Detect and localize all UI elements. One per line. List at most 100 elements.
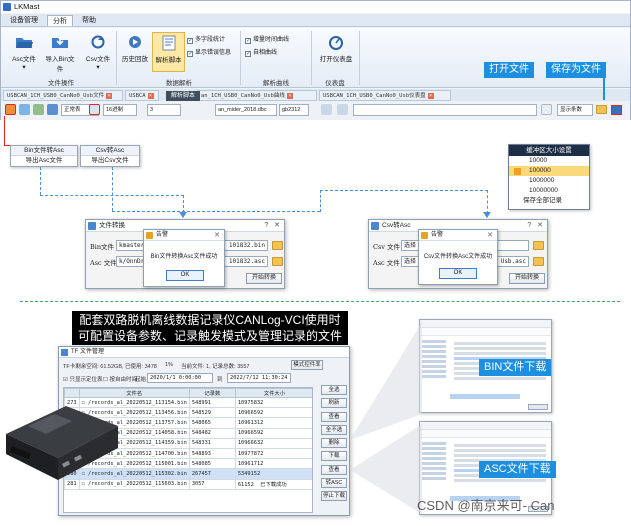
date-to-input[interactable]: 2022/7/12 11:30:24 bbox=[227, 373, 291, 383]
import-bin-label: 导入Bin文件 bbox=[45, 56, 75, 73]
usage-percent: 1% bbox=[165, 362, 173, 368]
file-size-cell: 10966632 bbox=[234, 437, 312, 449]
filter-input[interactable] bbox=[353, 104, 537, 116]
filter-time-checkbox[interactable]: ☐ 按自由时间 bbox=[103, 375, 137, 383]
open-file-icon[interactable] bbox=[596, 105, 607, 114]
tooltip: 解析脚本 bbox=[166, 91, 200, 101]
watermark: CSDN @南京来可- Can bbox=[417, 498, 555, 513]
parse-script-button[interactable]: 解析脚本 bbox=[152, 32, 185, 72]
encoding-select[interactable]: gb2312 bbox=[279, 104, 309, 116]
side-button[interactable]: 全不选 bbox=[321, 424, 347, 435]
history-playback-button[interactable]: 历史回放 bbox=[118, 32, 152, 72]
csv-to-asc-item[interactable]: Csv转Asc bbox=[81, 146, 139, 156]
connector bbox=[112, 211, 320, 212]
column-header[interactable]: 文件大小 bbox=[234, 388, 312, 398]
csv-file-button[interactable]: Csv文件 ▾ bbox=[81, 32, 115, 72]
clear-icon[interactable] bbox=[47, 104, 58, 115]
group-data-parse: 数据解析 bbox=[166, 80, 192, 87]
close-icon[interactable]: × bbox=[106, 93, 113, 99]
display-count-select[interactable]: 显示条数 bbox=[557, 104, 593, 116]
import-bin-button[interactable]: 导入Bin文件 bbox=[43, 32, 77, 73]
dialog-title: 文件转换 bbox=[99, 222, 125, 229]
dropdown-item[interactable]: 10000000 bbox=[509, 186, 589, 196]
pause-icon[interactable] bbox=[33, 104, 44, 115]
menu-device[interactable]: 设备管理 bbox=[5, 15, 43, 26]
side-button[interactable]: 停止下载 bbox=[321, 491, 347, 502]
tab-usb-file[interactable]: USBCAN_1CH_USB0_CanNo0_Usb文件 × bbox=[3, 90, 123, 101]
tab-usb-dashboard[interactable]: USBCAN_1CH_USB0_CanNo0_Usb仪表盘 × bbox=[319, 90, 451, 101]
file-size-cell: 61152 已下载成功 bbox=[234, 478, 312, 490]
start-convert-button[interactable]: 开始转换 bbox=[246, 273, 282, 284]
start-convert-button[interactable]: 开始转换 bbox=[509, 273, 545, 284]
close-icon[interactable]: × bbox=[147, 93, 154, 99]
bin-download-callout: BIN文件下载 bbox=[479, 359, 552, 376]
file-size-cell: 10966592 bbox=[234, 427, 312, 439]
rate-field[interactable]: 3 bbox=[147, 104, 181, 116]
side-button[interactable]: 刷新 bbox=[321, 398, 347, 409]
section-divider bbox=[20, 301, 620, 302]
document-tabs: USBCAN_1CH_USB0_CanNo0_Usb文件 × USBCA × an_… bbox=[1, 89, 630, 101]
save-file-icon[interactable] bbox=[611, 105, 622, 115]
dropdown-item-selected[interactable]: 100000 bbox=[509, 166, 589, 176]
bin-to-asc-item[interactable]: Bin文件转Asc bbox=[11, 146, 77, 156]
menu-help[interactable]: 帮助 bbox=[77, 15, 101, 26]
side-button[interactable]: 下载 bbox=[321, 451, 347, 462]
ok-button[interactable]: OK bbox=[439, 268, 477, 279]
browse-folder-icon[interactable] bbox=[272, 257, 283, 266]
menu-analysis[interactable]: 分析 bbox=[47, 15, 73, 26]
window-controls[interactable]: ? ✕ bbox=[264, 220, 280, 232]
filter-icon[interactable] bbox=[337, 104, 348, 115]
window-controls[interactable]: ? ✕ bbox=[527, 220, 543, 232]
side-button[interactable]: 查看 bbox=[321, 464, 347, 475]
filter-fixed-checkbox[interactable]: ☑ 只显示定位表 bbox=[63, 375, 102, 383]
column-header[interactable]: 记录数 bbox=[188, 388, 236, 398]
menu-bar: 设备管理 分析 帮助 bbox=[1, 14, 630, 27]
save-button[interactable] bbox=[528, 404, 548, 410]
show-error-checkbox[interactable]: ✓ 显示错误信息 bbox=[187, 47, 231, 57]
tab-usb-short[interactable]: USBCA × bbox=[125, 90, 159, 101]
browse-folder-icon[interactable] bbox=[272, 241, 283, 250]
browse-folder-icon[interactable] bbox=[533, 257, 544, 266]
close-icon[interactable]: × bbox=[427, 93, 434, 99]
close-icon[interactable]: × bbox=[286, 93, 293, 99]
dropdown-item[interactable]: 1000000 bbox=[509, 176, 589, 186]
self-curve-checkbox[interactable]: ✓ 自相曲线 bbox=[245, 47, 277, 57]
export-asc-item[interactable]: 导出Asc文件 bbox=[11, 156, 77, 166]
projection-shape bbox=[350, 322, 422, 514]
dropdown-item[interactable]: 10000 bbox=[509, 156, 589, 166]
record-count-cell: 3057 bbox=[188, 478, 236, 490]
side-button[interactable]: 查看 bbox=[321, 411, 347, 422]
tab-usb-curve[interactable]: an_1CH_USB0_CanNo0_Usb曲线 × bbox=[197, 90, 317, 101]
convert-menu-icon[interactable] bbox=[5, 104, 16, 115]
open-dashboard-button[interactable]: 打开仪表盘 bbox=[315, 32, 357, 72]
group-file-ops: 文件操作 bbox=[48, 80, 74, 87]
close-icon[interactable]: ✕ bbox=[487, 230, 493, 241]
close-icon[interactable]: ✕ bbox=[214, 230, 220, 241]
search-icon[interactable] bbox=[321, 104, 332, 115]
stop-icon[interactable] bbox=[541, 104, 552, 115]
filename-field[interactable] bbox=[450, 394, 520, 399]
side-button[interactable]: 删除 bbox=[321, 438, 347, 449]
time-curve-checkbox[interactable]: ✓ 增量时间曲线 bbox=[245, 34, 289, 44]
play-icon[interactable] bbox=[19, 104, 30, 115]
ribbon: Asc文件 ▾ 导入Bin文件 Csv文件 ▾ 文件操作 历史回放 解析脚本 ✓ 多字… bbox=[1, 28, 630, 88]
side-button[interactable]: 全选 bbox=[321, 385, 347, 395]
toolbar: 正常表 16进制 3 an_mider_2018.dbc gb2312 显示条数 bbox=[1, 101, 630, 120]
dbc-file-field[interactable]: an_mider_2018.dbc bbox=[215, 104, 277, 116]
save-all-item[interactable]: 保存全部记录 bbox=[509, 196, 589, 206]
asc-file-button[interactable]: Asc文件 ▾ bbox=[7, 32, 41, 72]
title-bar: LKMast bbox=[1, 1, 630, 13]
radix-select[interactable]: 16进制 bbox=[103, 104, 137, 116]
mode-control-button[interactable]: 模式控件率 bbox=[291, 360, 323, 370]
browse-folder-icon[interactable] bbox=[533, 241, 544, 250]
side-button[interactable]: 转ASC bbox=[321, 478, 347, 489]
parse-script-label: 解析脚本 bbox=[155, 57, 182, 64]
csv-menu-icon[interactable] bbox=[89, 104, 100, 115]
file-size-cell: 10966592 bbox=[234, 407, 312, 419]
ok-button[interactable]: OK bbox=[166, 270, 204, 281]
arrow-down-icon bbox=[483, 212, 491, 218]
export-csv-item[interactable]: 导出Csv文件 bbox=[81, 156, 139, 166]
multi-field-stat-checkbox[interactable]: ✓ 多字段统计 bbox=[187, 34, 225, 44]
app-icon bbox=[61, 349, 68, 356]
date-from-input[interactable]: 2020/1/1 0:00:00 bbox=[147, 373, 213, 383]
